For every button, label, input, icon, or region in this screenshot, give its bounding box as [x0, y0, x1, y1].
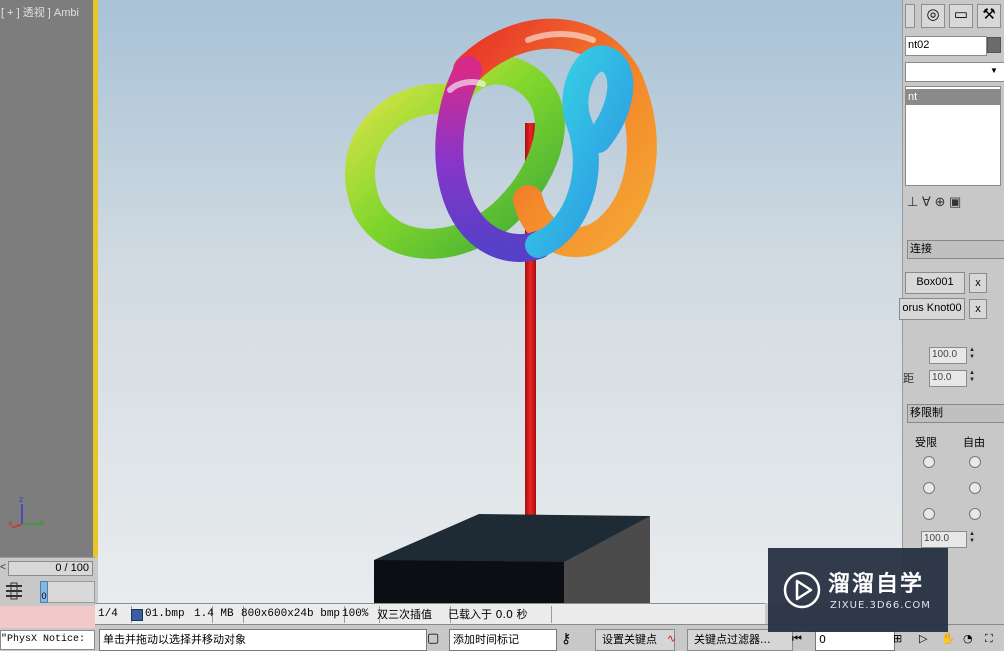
chevron-down-icon[interactable]: ▼	[989, 64, 999, 78]
status-resolution: 800x600x24b bmp	[238, 606, 345, 623]
column-limited-label: 受限	[915, 436, 937, 449]
column-free-label: 自由	[963, 436, 985, 449]
physx-notice: "PhysX Notice:	[0, 630, 95, 650]
bitmap-icon	[131, 609, 143, 621]
radio-limited-z[interactable]	[923, 508, 935, 520]
axis-z-label: z	[19, 495, 23, 504]
render-status-bar: 1/4 01.bmp 1.4 MB 800x600x24b bmp 100% 双…	[95, 603, 765, 624]
spinner-1-arrows-icon[interactable]: ▲ ▼	[967, 347, 977, 362]
viewport-label[interactable]: [ + ] 透视 ] Ambi	[0, 4, 95, 20]
current-frame-field[interactable]: 0	[815, 629, 895, 651]
orbit-icon[interactable]: ◔	[963, 629, 979, 649]
perspective-viewport[interactable]: [ + ] 透视 ] Ambi z x y	[0, 0, 95, 557]
utilities-tab-icon[interactable]: ⚒	[977, 4, 1001, 28]
spinner-2-label: 距	[903, 372, 914, 385]
watermark-title: 溜溜自学	[828, 572, 925, 597]
object1-button[interactable]: Box001	[905, 272, 965, 294]
time-config-icon[interactable]: ⊞	[893, 629, 909, 649]
watermark-url: ZIXUE.3D66.COM	[830, 600, 931, 611]
spinner-3[interactable]: 100.0	[921, 531, 967, 548]
rollout-connection[interactable]: 连接	[907, 240, 1004, 259]
pan-hand-icon[interactable]: ✋	[941, 629, 957, 649]
object2-button[interactable]: orus Knot00	[899, 298, 965, 320]
rendered-image	[98, 0, 902, 603]
remove-object1-button[interactable]: x	[969, 273, 987, 293]
key-filters-button[interactable]: 关键点过滤器...	[687, 629, 793, 651]
rollout-translation-limits[interactable]: 移限制	[907, 404, 1004, 423]
radio-limited-x[interactable]	[923, 456, 935, 468]
current-frame-marker[interactable]: 0	[40, 581, 48, 603]
add-time-tag-button[interactable]: 添加时间标记	[449, 629, 557, 651]
watermark-logo: 溜溜自学 ZIXUE.3D66.COM	[768, 548, 948, 632]
time-slider-frame[interactable]: 0 / 100	[8, 561, 93, 576]
modifier-stack[interactable]: nt	[905, 86, 1001, 186]
command-panel: ◎ ▭ ⚒ nt02 ▼ nt ⊥ ∀ ⊕ ▣ 连接 Box001 x orus…	[899, 0, 1004, 624]
axis-y-label: y	[40, 517, 45, 526]
axis-gizmo-icon: z x y	[8, 495, 45, 529]
axis-x-label: x	[8, 519, 13, 528]
render-frame-window	[98, 0, 902, 603]
create-tab-icon[interactable]	[905, 4, 915, 28]
script-listener-bar[interactable]	[0, 606, 95, 628]
modifier-stack-item[interactable]: nt	[906, 89, 1000, 105]
time-tag-icon[interactable]: ▢	[427, 629, 441, 649]
play-icon[interactable]: ▷	[919, 629, 935, 649]
object-color-swatch[interactable]	[987, 37, 1001, 53]
key-icon[interactable]: ⚷	[561, 629, 589, 649]
play-logo-icon	[783, 571, 821, 609]
radio-free-z[interactable]	[969, 508, 981, 520]
display-tab-icon[interactable]: ▭	[949, 4, 973, 28]
spinner-3-arrows-icon[interactable]: ▲ ▼	[967, 531, 977, 546]
maximize-viewport-icon[interactable]: ⛶	[985, 629, 1001, 649]
time-prev-arrow-icon[interactable]: <	[0, 561, 7, 576]
go-to-start-icon[interactable]: ⏮	[792, 629, 808, 649]
hierarchy-tab-icon[interactable]: ◎	[921, 4, 945, 28]
status-interpolation: 双三次插值	[374, 606, 451, 623]
filter-icon[interactable]	[4, 582, 24, 600]
radio-limited-y[interactable]	[923, 482, 935, 494]
curve-editor-icon[interactable]: ∿	[667, 629, 683, 649]
status-filesize: 1.4 MB	[191, 606, 244, 623]
set-key-button[interactable]: 设置关键点	[595, 629, 675, 651]
prompt-line: 单击并拖动以选择并移动对象	[99, 629, 427, 651]
track-bar[interactable]: 0	[0, 579, 95, 606]
spinner-2[interactable]: 10.0	[929, 370, 967, 387]
spinner-1[interactable]: 100.0	[929, 347, 967, 364]
stack-tools-icons[interactable]: ⊥ ∀ ⊕ ▣	[907, 194, 997, 214]
remove-object2-button[interactable]: x	[969, 299, 987, 319]
spinner-2-arrows-icon[interactable]: ▲ ▼	[967, 370, 977, 385]
status-loaded: 已载入于 0.0 秒	[445, 606, 552, 623]
object-name-field[interactable]: nt02	[905, 36, 987, 56]
time-slider[interactable]: < 0 / 100	[0, 557, 95, 579]
radio-free-x[interactable]	[969, 456, 981, 468]
track-ruler[interactable]	[40, 581, 95, 603]
radio-free-y[interactable]	[969, 482, 981, 494]
